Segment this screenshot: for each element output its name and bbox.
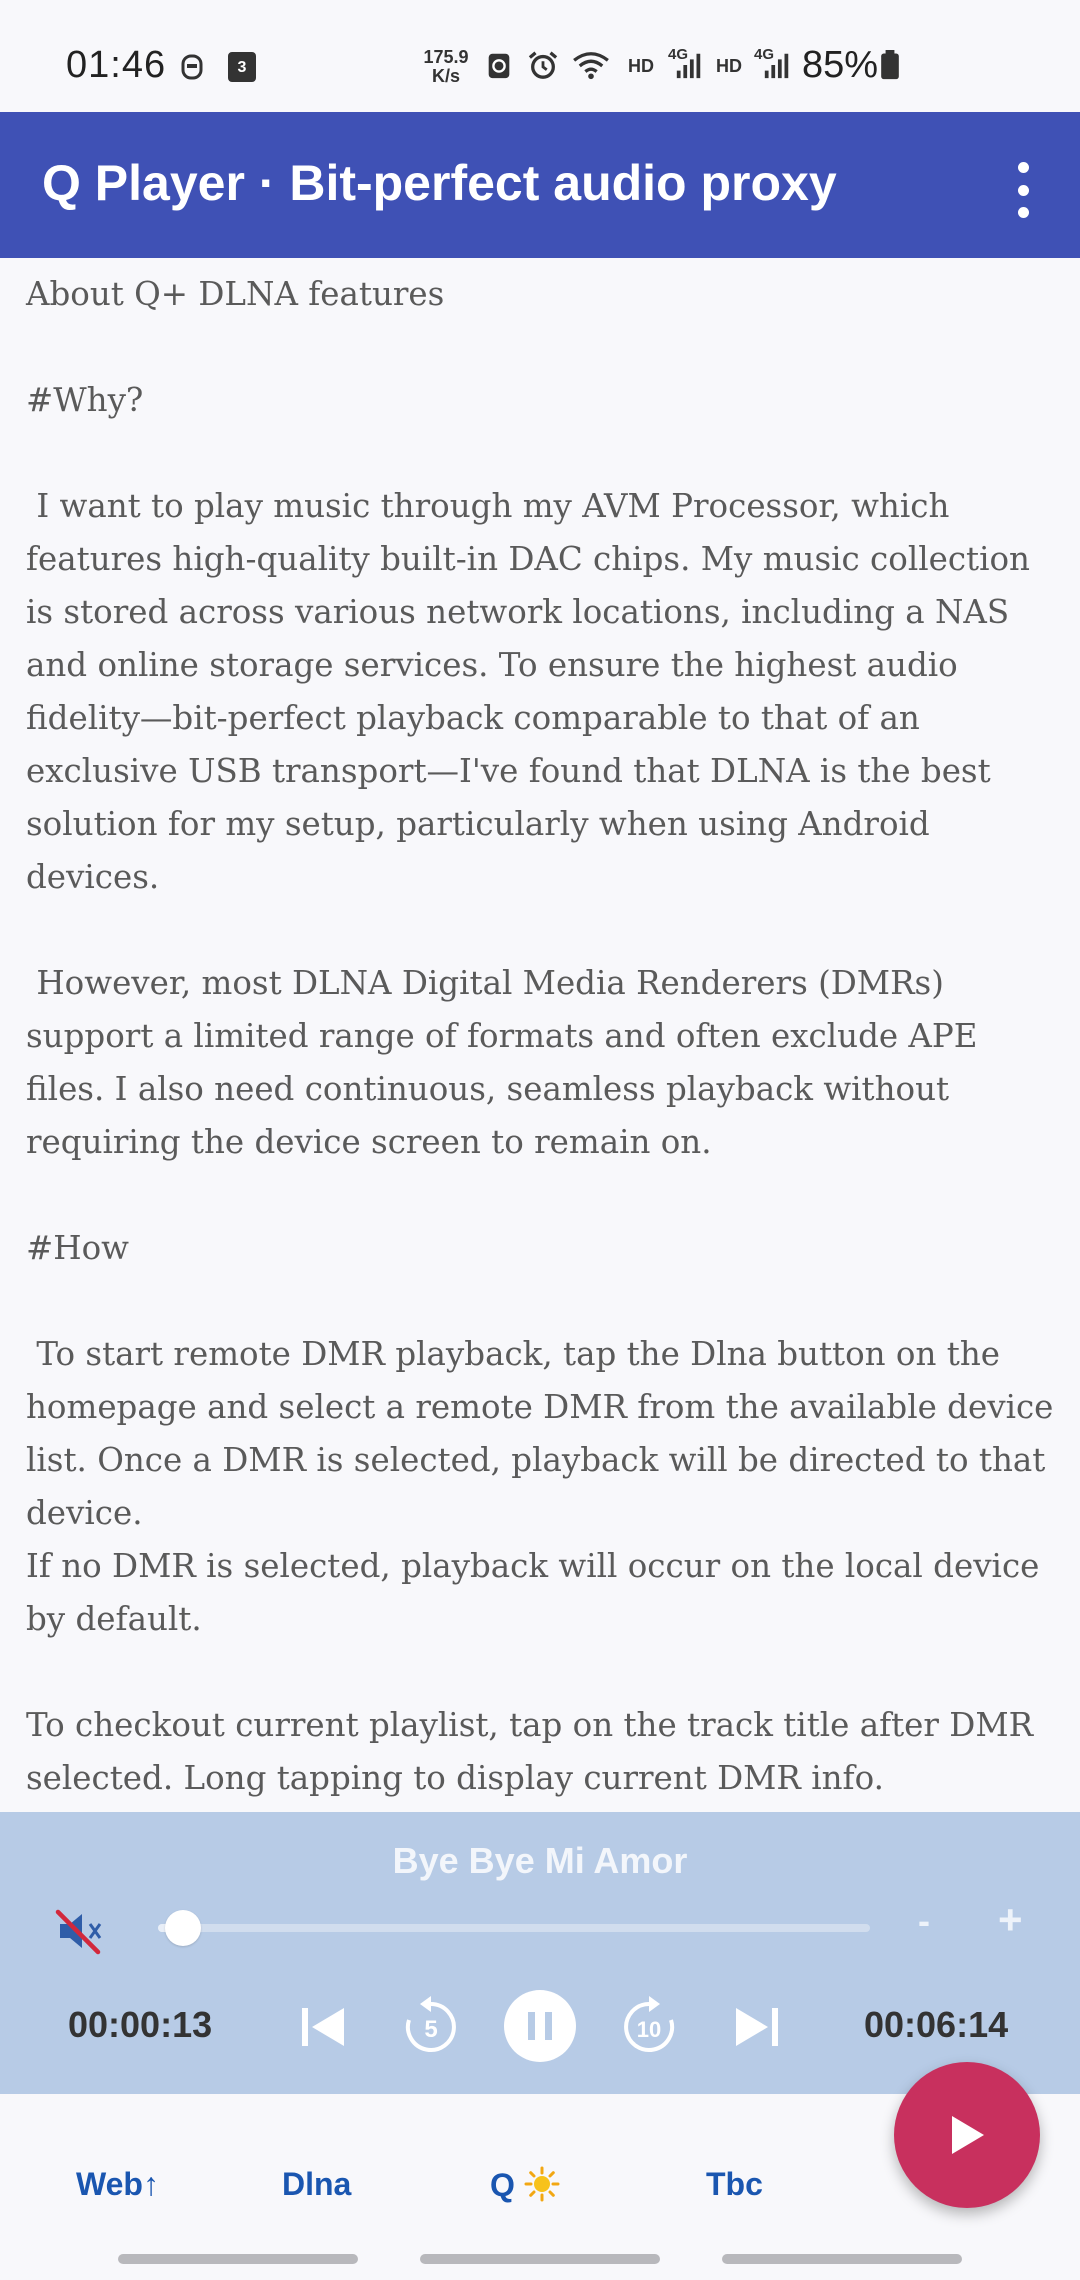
total-time: 00:06:14	[864, 2004, 1009, 2045]
battery-level: 85%	[802, 44, 879, 86]
alarm-icon	[528, 51, 558, 79]
status-bar: 01:46 3 175.9 K/s HD 4G HD 4G 85%	[0, 0, 1080, 112]
about-heading: About Q+ DLNA features	[26, 275, 445, 313]
network-label-1: HD	[628, 56, 654, 76]
signal-icon-2	[764, 53, 789, 79]
forward-seconds: 10	[637, 2017, 661, 2042]
sun-icon	[524, 2166, 560, 2202]
fast-forward-icon[interactable]: 10	[614, 1992, 684, 2062]
gesture-bar-center	[420, 2254, 660, 2264]
overflow-menu-icon[interactable]	[1000, 162, 1046, 218]
player-panel: Bye Bye Mi Amor - + 00:00:13 00:06:14 5 …	[0, 1812, 1080, 2094]
track-title[interactable]: Bye Bye Mi Amor	[0, 1840, 1080, 1882]
pause-button[interactable]	[504, 1990, 576, 2062]
how-heading: #How	[26, 1229, 129, 1267]
net-speed-value: 175.9	[423, 47, 469, 67]
play-fab[interactable]	[894, 2062, 1040, 2208]
rewind-icon[interactable]: 5	[396, 1992, 466, 2062]
how-paragraph-1: To start remote DMR playback, tap the Dl…	[26, 1335, 1064, 1532]
notification-count: 3	[237, 59, 247, 76]
seek-thumb[interactable]	[164, 1910, 201, 1946]
status-time: 01:46	[66, 44, 167, 86]
battery-icon	[881, 50, 899, 80]
wifi-icon	[573, 52, 609, 80]
about-content: About Q+ DLNA features #Why? I want to p…	[26, 268, 1062, 1808]
app-bar: Q Player · Bit-perfect audio proxy	[0, 112, 1080, 258]
nav-tbc[interactable]: Tbc	[706, 2166, 763, 2203]
nav-q[interactable]: Q	[490, 2166, 560, 2204]
elapsed-time: 00:00:13	[68, 2004, 213, 2045]
recycle-icon	[488, 53, 510, 79]
face-notification-icon	[181, 54, 203, 80]
why-paragraph-1: I want to play music through my AVM Proc…	[26, 487, 1041, 896]
volume-up-button[interactable]: +	[998, 1896, 1023, 1944]
why-heading: #Why?	[26, 381, 144, 419]
volume-down-button[interactable]: -	[918, 1900, 930, 1942]
app-title: Q Player · Bit-perfect audio proxy	[42, 155, 837, 211]
nav-q-label: Q	[490, 2167, 515, 2203]
how-paragraph-2: If no DMR is selected, playback will occ…	[26, 1547, 1050, 1638]
network-label-2: HD	[716, 56, 742, 76]
nav-web[interactable]: Web↑	[76, 2166, 159, 2203]
mute-icon[interactable]	[54, 1906, 104, 1956]
skip-next-icon[interactable]	[722, 1992, 792, 2062]
skip-previous-icon[interactable]	[288, 1992, 358, 2062]
notification-badge: 3	[228, 52, 256, 82]
seek-bar[interactable]	[158, 1910, 870, 1946]
net-speed: 175.9 K/s	[418, 48, 474, 86]
gesture-bar-right	[722, 2254, 962, 2264]
gesture-bar-left	[118, 2254, 358, 2264]
play-icon	[952, 2116, 984, 2154]
signal-icon-1	[676, 53, 701, 79]
net-speed-unit: K/s	[431, 66, 460, 86]
nav-dlna[interactable]: Dlna	[282, 2166, 351, 2203]
rewind-seconds: 5	[424, 2016, 437, 2043]
how-paragraph-3: To checkout current playlist, tap on the…	[26, 1706, 1044, 1797]
why-paragraph-2: However, most DLNA Digital Media Rendere…	[26, 964, 988, 1161]
